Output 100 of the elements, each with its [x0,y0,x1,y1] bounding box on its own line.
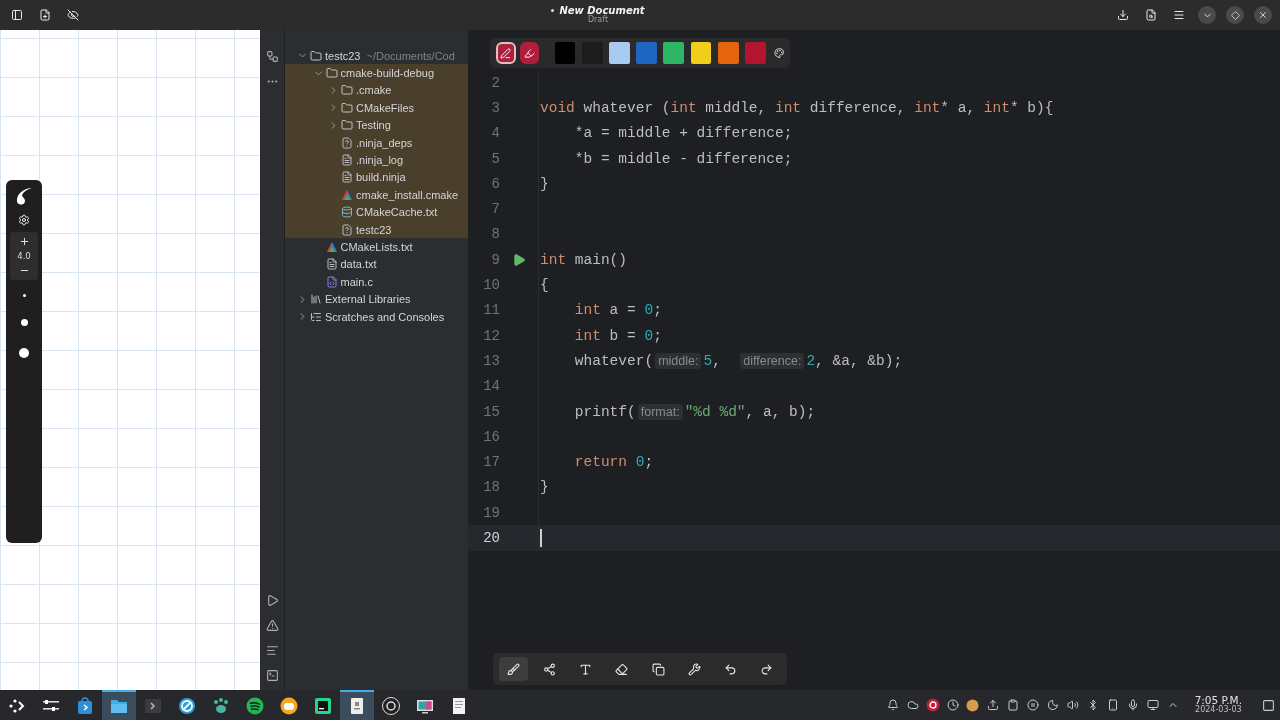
color-swatch[interactable] [717,42,739,64]
large-size-dot[interactable] [19,348,29,358]
tree-item-label[interactable]: cmake-build-debug [340,67,435,80]
color-swatch[interactable] [554,42,576,64]
tree-item-label[interactable]: CMakeCache.txt [356,206,438,219]
code-token: } [540,175,549,192]
color-swatch[interactable] [745,42,766,64]
color-swatch[interactable] [690,42,712,64]
settings-icon [18,214,30,226]
tree-item-label[interactable]: Testing [356,119,391,132]
pen-button[interactable] [496,42,516,64]
small-size-dot[interactable] [22,294,26,297]
folder-icon [341,119,353,132]
tree-item-label[interactable]: External Libraries [325,293,411,306]
run-icon[interactable] [512,252,526,267]
paw-icon [211,696,231,716]
code-token: printf( [574,403,636,420]
tree-item-label[interactable]: .ninja_log [356,154,404,167]
square-icon [1261,698,1275,712]
code-token: return [574,454,627,471]
project-path: ~/Documents/Cod [366,49,455,62]
tree-item-label[interactable]: build.ninja [356,171,406,184]
code-file-icon [325,275,338,288]
close-button[interactable] [1254,6,1272,24]
code-token: 0 [644,327,654,344]
tree-item-label[interactable]: Scratches and Consoles [325,310,445,323]
tree-item-label[interactable]: CMakeFiles [356,101,415,114]
clock-date: 2024-03-03 [1195,706,1242,715]
list-icon[interactable] [265,644,279,657]
redo-icon [759,662,773,676]
palette-icon[interactable] [773,47,785,59]
moon-icon [1046,699,1059,711]
code-token: { [540,277,549,293]
code-token: int [914,99,941,116]
ide-icon [313,696,333,716]
tree-item-label[interactable]: .ninja_deps [356,136,413,149]
brush-icon [507,662,521,676]
code-token: ; [644,454,654,471]
code-token: 0 [635,454,645,471]
line-number: 12 [482,327,500,344]
code-token: whatever ( [582,99,671,116]
color-swatch[interactable] [609,42,630,64]
folder-icon [341,84,353,97]
code-token: int [574,302,601,319]
scratches-icon [310,310,322,323]
download-icon [1117,9,1129,21]
line-number: 18 [482,479,500,496]
marker-button[interactable] [519,42,540,64]
code-token: int [540,251,567,268]
medium-size-dot[interactable] [20,319,28,326]
line-number: 7 [490,201,500,218]
code-token: void [540,99,575,116]
minimize-button[interactable] [1198,6,1216,24]
code-token: middle, [704,99,768,116]
run-icon[interactable] [265,594,279,607]
tree-item-label[interactable]: testc23 [356,223,392,236]
tree-item-label[interactable]: cmake_install.cmake [356,188,459,201]
sidebar-icon [11,9,23,21]
tree-item-label[interactable]: testc23 [325,49,361,62]
code-token: int [670,99,697,116]
terminal-icon[interactable] [265,669,279,682]
code-token: *b = middle - difference; [574,150,793,167]
pen-icon [500,47,512,59]
tree-item-label[interactable]: main.c [340,275,373,288]
drawing-canvas[interactable]: 4.0 [0,30,260,690]
structure-icon[interactable] [265,50,279,63]
clock[interactable]: 7:05 P.M. 2024-03-03 [1194,695,1242,715]
tree-item-label[interactable]: .cmake [356,84,392,97]
terminal-icon [143,696,163,716]
parameter-hint: difference: [740,352,805,369]
code-token: whatever( [574,352,654,369]
brush-tool-button[interactable] [499,657,529,681]
avatar-icon [966,698,980,712]
chat-icon [279,696,299,716]
maximize-button[interactable] [1226,6,1244,24]
zoom-in-button[interactable] [18,236,30,247]
highlighter-icon [523,47,535,59]
code-token: ; [653,327,662,344]
taskbar-app[interactable] [340,690,374,720]
tree-item-label[interactable]: data.txt [340,258,377,271]
line-number: 16 [482,428,500,445]
tree-item-label[interactable]: CMakeLists.txt [340,241,413,253]
text-file-icon [325,258,338,271]
settings-button[interactable] [18,214,30,226]
text-file-icon [341,154,353,167]
new-page-icon [39,9,51,21]
line-number: 4 [490,125,500,142]
triangle-icon [325,241,338,253]
clipboard-icon [1006,699,1019,711]
color-swatch[interactable] [663,42,685,64]
code-token: int [774,99,802,116]
code-token: } [540,479,549,496]
code-token: int [983,99,1010,116]
line-number: 6 [490,175,500,192]
code-token: * b){ [1009,99,1054,116]
color-swatch[interactable] [636,42,657,64]
line-number: 5 [490,150,500,167]
warning-icon[interactable] [265,619,279,632]
record-icon [381,696,401,716]
code-token: 5 [703,352,713,369]
